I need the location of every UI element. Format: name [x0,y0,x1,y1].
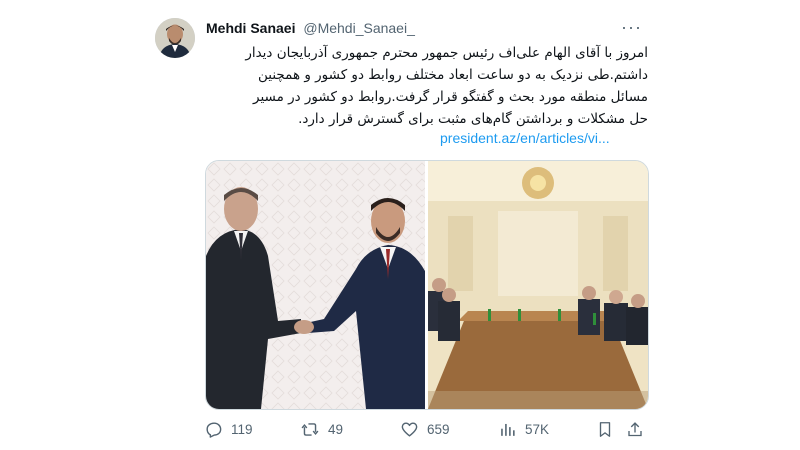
retweet-button[interactable]: 49 [300,420,343,439]
heart-icon [400,420,419,439]
share-button[interactable] [626,420,644,439]
tweet-link[interactable]: president.az/en/articles/vi... [440,130,610,146]
tweet-text-line: امروز با آقای الهام علی‌اف رئیس جمهور مح… [245,45,648,61]
share-icon [626,420,644,439]
reply-count: 119 [231,422,253,437]
retweet-count: 49 [328,422,344,437]
like-button[interactable]: 659 [400,420,450,439]
reply-icon [204,420,223,439]
tweet-text-line: مسائل منطقه مورد بحث و گفتگو قرار گرفت.ر… [253,89,648,105]
tweet-header: Mehdi Sanaei @Mehdi_Sanaei_ [206,20,415,36]
views-button[interactable]: 57K [498,420,549,439]
views-count: 57K [525,422,550,437]
photo-meeting-hall[interactable] [428,161,648,409]
tweet: Mehdi Sanaei @Mehdi_Sanaei_ ··· امروز با… [150,10,660,450]
like-count: 659 [427,422,450,437]
tweet-text-line: داشتم.طی نزدیک به دو ساعت ابعاد مختلف رو… [258,67,648,83]
views-icon [498,420,517,439]
reply-button[interactable]: 119 [204,420,253,439]
display-name[interactable]: Mehdi Sanaei [206,20,295,36]
photo-handshake[interactable] [206,161,425,409]
bookmark-icon [596,420,614,439]
retweet-icon [300,420,320,439]
more-icon[interactable]: ··· [621,18,642,36]
action-bar: 119 49 659 57K [204,420,649,444]
bookmark-button[interactable] [596,420,614,439]
tweet-text-line: حل مشکلات و برداشتن گام‌های مثبت برای گس… [298,111,648,127]
tweet-text: امروز با آقای الهام علی‌اف رئیس جمهور مح… [206,42,648,130]
avatar[interactable] [155,18,195,58]
user-handle[interactable]: @Mehdi_Sanaei_ [303,20,415,36]
media-grid [205,160,649,410]
